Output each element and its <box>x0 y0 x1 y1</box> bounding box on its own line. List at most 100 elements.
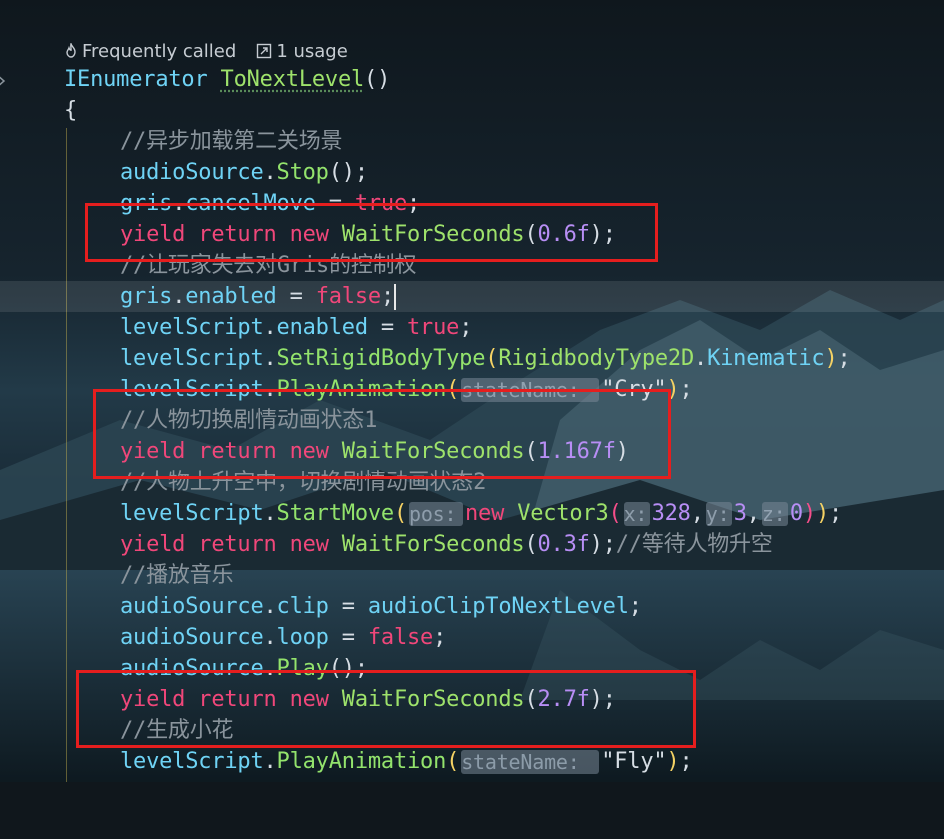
keyword: true <box>407 315 460 340</box>
params: () <box>364 67 391 92</box>
code-line-yield-2-7[interactable]: yield return new WaitForSeconds(2.7f); <box>0 684 616 715</box>
number: 0 <box>789 501 803 526</box>
usages-hint[interactable]: 1 usage <box>256 41 348 62</box>
comment-text: //人物上升空中，切换剧情动画状态2 <box>120 470 487 495</box>
parameter-hint-x: x: <box>623 502 650 526</box>
semicolon: ; <box>628 594 642 619</box>
field: cancelMove <box>185 191 316 216</box>
number: 0.3f <box>537 532 590 557</box>
text-caret <box>393 284 396 310</box>
keyword: true <box>354 191 408 216</box>
keyword: return <box>198 532 277 557</box>
identifier: audioSource <box>120 594 264 619</box>
code-line-audio-stop[interactable]: audioSource.Stop(); <box>0 157 368 188</box>
code-line-cancel-move[interactable]: gris.cancelMove = true; <box>0 188 420 219</box>
code-line-audio-loop[interactable]: audioSource.loop = false; <box>0 622 446 653</box>
field: enabled <box>276 315 369 340</box>
code-line-comment-2[interactable]: //让玩家失去对Gris的控制权 <box>0 250 416 281</box>
comment-text: //人物切换剧情动画状态1 <box>120 408 378 433</box>
keyword: return <box>198 222 277 247</box>
code-line-comment-4[interactable]: //人物上升空中，切换剧情动画状态2 <box>0 467 486 498</box>
frequently-called-hint[interactable]: Frequently called <box>64 41 236 62</box>
code-line-set-rigid[interactable]: levelScript.SetRigidBodyType(RigidbodyTy… <box>0 343 851 374</box>
method-call: PlayAnimation <box>276 749 447 774</box>
identifier: audioSource <box>120 160 264 185</box>
keyword: false <box>367 625 434 650</box>
type-name: RigidbodyType2D <box>498 346 695 371</box>
dot: . <box>263 315 277 340</box>
code-line-open-brace[interactable]: { <box>0 95 77 126</box>
identifier: levelScript <box>120 749 264 774</box>
string: "Cry" <box>601 377 667 402</box>
code-line-yield-1-167[interactable]: yield return new WaitForSeconds(1.167f) <box>0 436 629 467</box>
method-call: SetRigidBodyType <box>276 346 486 371</box>
identifier: audioSource <box>120 625 264 650</box>
identifier: levelScript <box>120 501 264 526</box>
type-name: WaitForSeconds <box>341 687 525 712</box>
parameter-hint-statename: stateName: <box>461 378 600 402</box>
code-line-level-enabled[interactable]: levelScript.enabled = true; <box>0 312 472 343</box>
code-line-yield-0-6[interactable]: yield return new WaitForSeconds(0.6f); <box>0 219 616 250</box>
identifier: audioClipToNextLevel <box>367 594 629 619</box>
method-name[interactable]: ToNextLevel <box>221 67 365 92</box>
punct: (); <box>328 656 368 681</box>
parameter-hint-y: y: <box>705 502 732 526</box>
punct: (); <box>328 160 368 185</box>
dot: . <box>263 377 277 402</box>
method-call: PlayAnimation <box>276 377 447 402</box>
type-name: Vector3 <box>517 501 609 526</box>
keyword: new <box>289 687 329 712</box>
flame-icon <box>66 43 76 58</box>
identifier: gris <box>120 284 173 309</box>
field: clip <box>276 594 329 619</box>
code-vision-hints: Frequently called 1 usage <box>64 38 348 64</box>
code-line-comment-5[interactable]: //播放音乐 <box>0 560 233 591</box>
code-line-yield-0-3[interactable]: yield return new WaitForSeconds(0.3f);//… <box>0 529 773 560</box>
comment-text: //等待人物升空 <box>615 532 773 557</box>
code-line-play-cry[interactable]: levelScript.PlayAnimation(stateName: "Cry… <box>0 374 693 405</box>
code-line-start-move[interactable]: levelScript.StartMove(pos: new Vector3(x:… <box>0 498 842 529</box>
code-editor[interactable]: Frequently called 1 usage IEnumerator To… <box>0 0 944 782</box>
keyword: return <box>198 439 277 464</box>
semicolon: ; <box>459 315 473 340</box>
dot: . <box>172 284 186 309</box>
semicolon: ; <box>380 284 394 309</box>
comment-text: //生成小花 <box>120 718 234 743</box>
keyword: return <box>198 687 277 712</box>
op: = <box>328 594 368 619</box>
identifier: levelScript <box>120 315 264 340</box>
number: 0.6f <box>537 222 590 247</box>
dot: . <box>263 160 277 185</box>
comment-text: //让玩家失去对Gris的控制权 <box>120 253 417 278</box>
op: = <box>276 284 316 309</box>
code-line-audio-clip[interactable]: audioSource.clip = audioClipToNextLevel; <box>0 591 642 622</box>
code-line-comment-6[interactable]: //生成小花 <box>0 715 233 746</box>
identifier: audioSource <box>120 656 264 681</box>
keyword: yield <box>120 687 186 712</box>
keyword: yield <box>120 532 186 557</box>
code-line-comment-3[interactable]: //人物切换剧情动画状态1 <box>0 405 377 436</box>
code-line-comment-1[interactable]: //异步加载第二关场景 <box>0 126 342 157</box>
type-name: WaitForSeconds <box>341 439 525 464</box>
field: loop <box>276 625 329 650</box>
dot: . <box>694 346 708 371</box>
op: = <box>367 315 408 340</box>
enum-value: Kinematic <box>707 346 825 371</box>
keyword: false <box>315 284 381 309</box>
code-line-gris-enabled[interactable]: gris.enabled = false; <box>0 281 944 312</box>
parameter-hint-statename: stateName: <box>461 750 600 774</box>
keyword: new <box>289 222 329 247</box>
op: = <box>315 191 355 216</box>
open-brace: { <box>64 98 78 123</box>
keyword: new <box>465 501 505 526</box>
code-line-play-fly[interactable]: levelScript.PlayAnimation(stateName: "Fly… <box>0 746 693 777</box>
dot: . <box>263 656 277 681</box>
code-line-audio-play[interactable]: audioSource.Play(); <box>0 653 368 684</box>
dot: . <box>263 625 277 650</box>
number: 3 <box>733 501 747 526</box>
semicolon: ; <box>433 625 447 650</box>
keyword: yield <box>120 222 186 247</box>
external-link-icon <box>257 43 272 59</box>
code-line-signature[interactable]: IEnumerator ToNextLevel() <box>0 64 390 95</box>
comment-text: //播放音乐 <box>120 563 234 588</box>
